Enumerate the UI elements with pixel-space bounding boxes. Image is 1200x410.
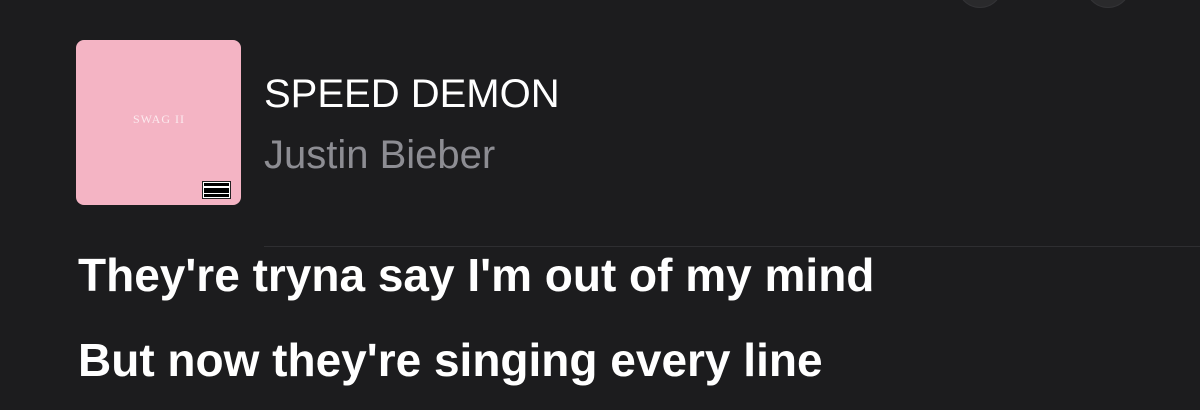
lyric-line[interactable]: But now they're singing every line [78,334,823,386]
lyric-line[interactable]: They're tryna say I'm out of my mind [78,249,874,301]
artist-name[interactable]: Justin Bieber [264,131,495,179]
top-control-button[interactable] [957,0,1003,8]
divider [264,246,1200,247]
parental-advisory-icon [202,181,231,199]
album-artwork[interactable]: SWAG II [76,40,241,205]
album-artwork-title: SWAG II [133,112,185,126]
song-title: SPEED DEMON [264,72,560,116]
top-control-button[interactable] [1085,0,1131,8]
